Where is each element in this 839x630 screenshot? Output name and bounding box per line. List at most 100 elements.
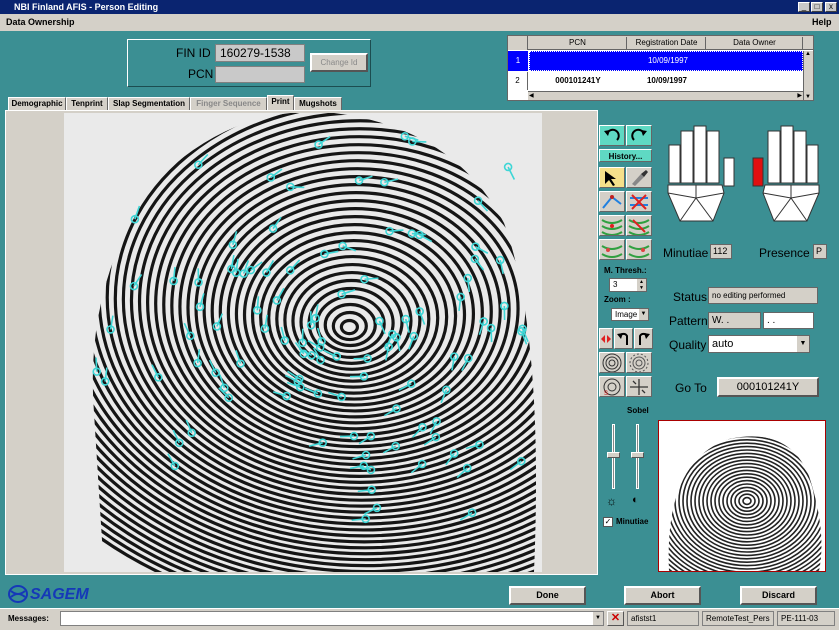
scroll-down-icon[interactable]: ▼ (805, 94, 811, 100)
grid-vscroll[interactable]: ▲ ▼ (803, 51, 813, 100)
fin-id-field[interactable]: 160279-1538 (215, 44, 305, 62)
add-minutia-tool[interactable] (599, 191, 625, 212)
ridge-edit-icon (601, 219, 623, 236)
fingerprint-thumbnail[interactable] (658, 420, 826, 572)
pointer-tool[interactable] (599, 167, 625, 188)
scroll-right-icon[interactable]: ▶ (797, 92, 802, 99)
history-button[interactable]: History... (599, 149, 652, 162)
abort-button[interactable]: Abort (624, 586, 701, 605)
undo-icon (604, 128, 620, 141)
pattern-field-1[interactable]: W. . (708, 312, 761, 329)
contrast-slider-thumb[interactable] (631, 452, 644, 458)
tab-tenprint[interactable]: Tenprint (66, 97, 108, 110)
undo-button[interactable] (599, 125, 625, 146)
brush-tool[interactable] (626, 167, 652, 188)
pattern-field-2[interactable]: . . (763, 312, 814, 329)
ridge-tool-3[interactable] (599, 239, 625, 260)
thumbnail-ridge (670, 436, 822, 567)
pcn-field[interactable] (215, 66, 305, 83)
minimize-button[interactable]: _ (798, 2, 810, 12)
thumbnail-canvas (668, 436, 822, 572)
fingerprint-image[interactable] (64, 113, 542, 572)
minutia-direction (412, 140, 427, 143)
grid-row-2-pcn: 000101241Y (555, 76, 601, 85)
fingerprint-enhance-icon (602, 353, 622, 373)
thumbnail-ridge (742, 496, 752, 506)
ridge-tool-4[interactable] (626, 239, 652, 260)
tab-mugshots[interactable]: Mugshots (294, 97, 342, 110)
enhance-tool-1[interactable] (599, 352, 625, 373)
brightness-sun-icon: ☼ (606, 494, 617, 508)
close-button[interactable]: x (825, 2, 837, 12)
done-button[interactable]: Done (509, 586, 586, 605)
discard-button[interactable]: Discard (740, 586, 817, 605)
clear-messages-icon[interactable]: ✕ (607, 611, 624, 626)
swap-tool[interactable] (599, 328, 613, 349)
grid-corner (508, 36, 528, 50)
spinner-arrows-icon[interactable]: ▲ ▼ (637, 279, 646, 291)
goto-button[interactable]: 000101241Y (717, 377, 819, 397)
fingerprint-sobel-icon: S (603, 378, 621, 397)
add-minutia-icon (602, 195, 622, 209)
quality-label: Quality (669, 338, 707, 352)
grid-lines-icon (630, 379, 648, 395)
ridge-tool-1[interactable] (599, 215, 625, 236)
messages-field[interactable]: ▼ (60, 611, 604, 626)
scroll-up-icon[interactable]: ▲ (805, 51, 811, 57)
enhance-tool-2[interactable] (626, 352, 652, 373)
quality-select[interactable]: auto ▼ (708, 335, 810, 353)
tab-demographic[interactable]: Demographic (8, 97, 66, 110)
presence-field: P (813, 244, 827, 259)
title-bar: NBI Finland AFIS - Person Editing (0, 0, 839, 14)
enhance-tool-3[interactable]: S (599, 376, 625, 397)
thumbnail-ridge (726, 483, 768, 519)
maximize-button[interactable]: □ (811, 2, 823, 12)
brightness-slider-thumb[interactable] (607, 452, 620, 458)
right-hand-diagram[interactable] (751, 123, 831, 223)
scroll-left-icon[interactable]: ◀ (529, 92, 534, 99)
mthresh-spinner[interactable]: 3 ▲ ▼ (609, 278, 647, 292)
rotate-left-tool[interactable] (614, 328, 633, 349)
zoom-select[interactable]: Image ▼ (611, 308, 649, 321)
grid-row-1-date: 10/09/1997 (647, 56, 689, 65)
minutia-direction (490, 328, 493, 343)
delete-minutia-tool[interactable] (626, 191, 652, 212)
grid-header-pcn[interactable]: PCN (529, 37, 627, 49)
minutia-direction (364, 277, 379, 281)
grid-hscroll[interactable]: ◀ ▶ (528, 91, 803, 100)
tab-finger-sequence[interactable]: Finger Sequence (190, 97, 267, 110)
table-row[interactable]: 10/09/1997 (529, 51, 803, 71)
mthresh-label: M. Thresh.: (604, 266, 647, 275)
rotate-right-tool[interactable] (634, 328, 653, 349)
redo-icon (631, 128, 647, 141)
tab-print[interactable]: Print (267, 95, 294, 111)
chevron-down-icon[interactable]: ▼ (639, 309, 648, 320)
brush-icon (632, 170, 648, 186)
grid-row-1-num[interactable]: 1 (508, 51, 528, 71)
zoom-label: Zoom : (604, 295, 631, 304)
left-hand-diagram[interactable] (666, 123, 746, 223)
tab-slap-segmentation[interactable]: Slap Segmentation (108, 97, 190, 110)
redo-button[interactable] (626, 125, 652, 146)
chevron-down-icon[interactable]: ▼ (593, 612, 603, 625)
change-id-button[interactable]: Change Id (310, 53, 368, 72)
sobel-label: Sobel (627, 406, 649, 415)
grid-row-2-num[interactable]: 2 (508, 72, 528, 90)
presence-label: Presence (759, 246, 810, 260)
ridge-tool-2[interactable] (626, 215, 652, 236)
minutiae-checkbox[interactable]: ✓ (603, 517, 613, 527)
table-row[interactable]: 000101241Y 10/09/1997 (529, 72, 803, 90)
thumbnail-ridge (710, 469, 784, 533)
fingerprint-canvas (64, 113, 542, 572)
menu-data-ownership[interactable]: Data Ownership (6, 14, 75, 31)
fin-id-label: FIN ID (176, 46, 211, 60)
minutia-direction (256, 296, 260, 311)
thumbnail-ridge (668, 436, 822, 572)
menu-help[interactable]: Help (812, 14, 832, 31)
grid-header-owner[interactable]: Data Owner (707, 37, 803, 49)
chevron-down-icon[interactable]: ▼ (797, 336, 809, 352)
status-field: no editing performed (708, 287, 818, 304)
grid-header-date[interactable]: Registration Date (628, 37, 706, 49)
ridge-merge-icon (628, 245, 650, 258)
grid-view-tool[interactable] (626, 376, 652, 397)
